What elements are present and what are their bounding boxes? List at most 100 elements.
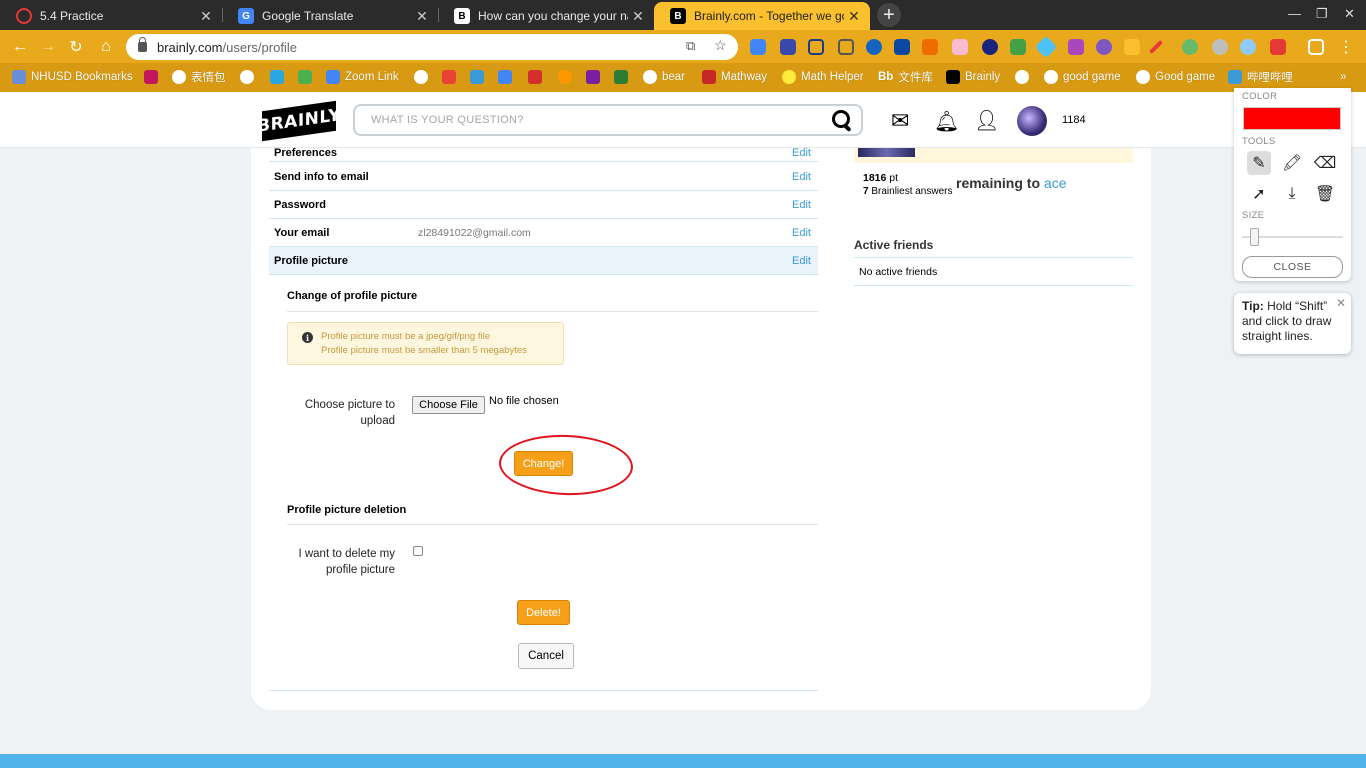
bookmark-item[interactable] [414,69,433,85]
address-bar[interactable]: brainly.com/users/profile [126,34,738,60]
bookmark-item[interactable] [498,69,517,85]
bookmark-star-icon[interactable]: ☆ [714,37,727,54]
extension-c-icon[interactable] [780,39,796,55]
tools-label: TOOLS [1242,136,1276,147]
bookmark-files[interactable]: Bb 文件库 [878,69,933,85]
choose-file-button[interactable]: Choose File [412,396,485,414]
maximize-icon[interactable]: ❐ [1316,6,1328,22]
tab-title: Google Translate [262,9,354,23]
user-icon[interactable]: 👤︎ [974,108,999,133]
new-tab-button[interactable]: + [877,3,901,27]
bookmarks-more-button[interactable]: » [1340,69,1346,85]
minimize-icon[interactable]: — [1288,6,1301,21]
reload-icon[interactable]: ↻ [66,37,86,57]
close-tab-icon[interactable]: ✕ [628,8,648,25]
bookmark-item[interactable] [558,69,577,85]
extension-shield-icon[interactable] [866,39,882,55]
cursor-icon[interactable]: ➚ [1247,182,1271,206]
extension-k-icon[interactable] [982,39,998,55]
bookmark-mathway[interactable]: Mathway [702,69,767,85]
color-swatch[interactable] [1243,107,1341,130]
bookmark-item[interactable] [470,69,489,85]
cancel-button[interactable]: Cancel [518,643,574,669]
close-tab-icon[interactable]: ✕ [844,8,864,25]
extension-pink-icon[interactable] [952,39,968,55]
tab-how-change-name[interactable]: B How can you change your name ✕ [438,2,654,30]
tab-brainly-active[interactable]: B Brainly.com - Together we go far ✕ [654,2,870,30]
bookmark-item[interactable] [442,69,461,85]
bookmark-item[interactable]: 表情包 [172,69,226,85]
trash-icon[interactable]: 🗑︎ [1313,182,1337,206]
bookmark-good-game-2[interactable]: Good game [1136,69,1215,85]
search-icon[interactable] [827,106,855,134]
bookmark-bear[interactable]: bear [643,69,685,85]
blackboard-icon: Bb [878,71,894,83]
extension-blue-icon[interactable] [1240,39,1256,55]
forward-icon[interactable]: → [38,37,58,57]
extension-diamond-icon[interactable] [1034,35,1058,59]
globe-icon [1136,70,1150,84]
bookmark-item[interactable] [144,69,163,85]
marker-icon[interactable]: 🖍︎ [1280,151,1304,175]
menu-dots-icon[interactable]: ⋮ [1336,37,1356,57]
edit-link[interactable]: Edit [792,171,811,183]
extension-diamond-icon[interactable] [894,39,910,55]
bookmark-folder[interactable]: NHUSD Bookmarks [12,69,133,85]
extension-shield-icon[interactable] [808,39,824,55]
cast-icon[interactable] [1308,39,1324,55]
tab-google-translate[interactable]: G Google Translate ✕ [222,2,438,30]
bookmark-math-helper[interactable]: Math Helper [782,69,864,85]
bookmark-bilibili[interactable]: 哔哩哔哩 [1228,69,1293,85]
bookmark-brainly[interactable]: Brainly [946,69,1000,85]
back-icon[interactable]: ← [10,37,30,57]
edit-link[interactable]: Edit [792,227,811,239]
eraser-icon[interactable]: ⌫ [1313,151,1337,175]
extension-gear-icon[interactable] [1096,39,1112,55]
size-slider-handle[interactable] [1250,228,1259,246]
home-icon[interactable]: ⌂ [96,37,116,57]
extension-translate-icon[interactable] [750,39,766,55]
close-panel-button[interactable]: CLOSE [1242,256,1343,278]
translate-page-icon[interactable]: ⧉ [686,38,695,54]
edit-link[interactable]: Edit [792,255,811,267]
close-tab-icon[interactable]: ✕ [412,8,432,25]
question-search-input[interactable]: WHAT IS YOUR QUESTION? [353,104,863,136]
translate-icon [498,70,512,84]
download-icon[interactable]: ⤓ [1280,182,1304,206]
bookmark-item[interactable] [240,69,259,85]
edit-link[interactable]: Edit [792,199,811,211]
bookmark-good-game[interactable]: good game [1044,69,1121,85]
extension-mic-icon[interactable] [1270,39,1286,55]
close-window-icon[interactable]: ✕ [1344,6,1355,22]
extension-g-icon[interactable] [1182,39,1198,55]
delete-picture-checkbox[interactable] [413,546,423,556]
delete-button[interactable]: Delete! [517,600,570,625]
rank-link[interactable]: ace [1044,175,1067,191]
extension-orange-icon[interactable] [922,39,938,55]
bookmark-item[interactable] [614,69,633,85]
bookmark-label: Brainly [965,71,1001,83]
close-icon[interactable]: ✕ [1336,296,1346,311]
bookmark-zoom[interactable]: Zoom Link [326,69,399,85]
remaining-text: remaining to [956,175,1041,191]
extension-gray-icon[interactable] [1212,39,1228,55]
tab-5-4-practice[interactable]: 5.4 Practice ✕ [0,2,222,30]
extension-drive-icon[interactable] [1124,39,1140,55]
pencil-icon[interactable]: ✎ [1247,151,1271,175]
edit-link[interactable]: Edit [792,147,811,159]
bell-icon[interactable]: 🔔︎ [934,109,959,134]
extension-b-icon[interactable] [1068,39,1084,55]
mail-icon[interactable]: ✉ [891,108,909,134]
extension-shield-icon[interactable] [838,39,854,55]
bookmark-icon [614,70,628,84]
bookmark-item[interactable] [298,69,317,85]
close-tab-icon[interactable]: ✕ [196,8,216,25]
bookmark-item[interactable] [270,69,289,85]
bookmark-item[interactable] [1015,69,1034,85]
avatar[interactable] [1017,106,1047,136]
bookmark-item[interactable] [586,69,605,85]
extension-green-icon[interactable] [1010,39,1026,55]
bookmark-item[interactable] [528,69,547,85]
globe-icon [240,70,254,84]
extension-pen-icon[interactable] [1148,39,1164,55]
